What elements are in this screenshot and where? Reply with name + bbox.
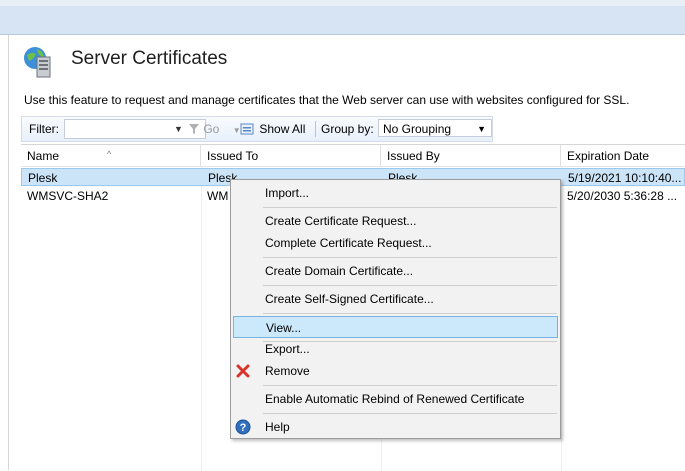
cell-name: Plesk (28, 171, 58, 185)
svg-text:?: ? (240, 422, 247, 434)
menu-separator (263, 257, 557, 258)
menu-item-create-domain-certificate[interactable]: Create Domain Certificate... (233, 260, 558, 282)
help-icon: ? (235, 419, 251, 435)
column-divider (201, 167, 202, 471)
address-bar-area (0, 6, 685, 34)
page-description: Use this feature to request and manage c… (24, 93, 630, 107)
menu-item-label: Remove (265, 364, 310, 378)
column-header-expiration-date[interactable]: Expiration Date (561, 145, 685, 167)
show-all-button[interactable]: Show All (240, 117, 305, 141)
filter-dropdown-arrow-icon[interactable]: ▼ (174, 117, 183, 141)
cell-name: WMSVC-SHA2 (27, 189, 109, 203)
show-all-icon (240, 123, 254, 135)
menu-separator (263, 385, 557, 386)
column-divider (561, 167, 562, 471)
column-header-label: Expiration Date (567, 149, 650, 163)
column-header-issued-by[interactable]: Issued By (381, 145, 561, 167)
menu-separator (263, 413, 557, 414)
filter-label: Filter: (29, 122, 59, 136)
column-header-name[interactable]: Name ^ (21, 145, 201, 167)
menu-item-complete-certificate-request[interactable]: Complete Certificate Request... (233, 232, 558, 254)
menu-item-help[interactable]: ? Help (233, 416, 558, 438)
cell-expiration: 5/19/2021 10:10:40... (568, 171, 682, 185)
column-header-label: Name (27, 149, 60, 163)
column-header-issued-to[interactable]: Issued To (201, 145, 381, 167)
menu-item-label: Help (265, 420, 290, 434)
filter-toolbar: Filter: ▼ Go ▼ Show All Group by: No Gro… (21, 116, 493, 142)
page-title: Server Certificates (71, 48, 228, 69)
window-top-bar (0, 0, 685, 35)
group-by-select[interactable]: No Grouping ▼ (378, 119, 492, 137)
context-menu: Import... Create Certificate Request... … (230, 179, 561, 439)
menu-item-import[interactable]: Import... (233, 182, 558, 204)
menu-separator (263, 285, 557, 286)
menu-item-remove[interactable]: Remove (233, 360, 558, 382)
menu-item-view[interactable]: View... (233, 316, 558, 338)
group-by-label: Group by: (321, 122, 374, 136)
menu-item-create-self-signed-certificate[interactable]: Create Self-Signed Certificate... (233, 288, 558, 310)
go-button[interactable]: Go ▼ (188, 117, 241, 141)
column-header-label: Issued By (387, 149, 440, 163)
remove-x-icon (236, 364, 250, 378)
server-certificates-icon (24, 47, 51, 78)
menu-item-export[interactable]: Export... (233, 338, 558, 360)
toolbar-separator (315, 121, 316, 137)
menu-separator (263, 207, 557, 208)
column-header-label: Issued To (207, 149, 259, 163)
sort-ascending-icon: ^ (107, 149, 112, 159)
menu-item-create-certificate-request[interactable]: Create Certificate Request... (233, 210, 558, 232)
menu-item-enable-automatic-rebind[interactable]: Enable Automatic Rebind of Renewed Certi… (233, 388, 558, 410)
group-by-value: No Grouping (383, 122, 452, 136)
menu-separator (263, 313, 557, 314)
go-label: Go (203, 122, 220, 136)
funnel-icon (189, 124, 199, 134)
cell-expiration: 5/20/2030 5:36:28 ... (567, 189, 678, 203)
group-by-dropdown-arrow-icon: ▼ (477, 124, 486, 134)
filter-input[interactable] (64, 119, 206, 139)
show-all-label: Show All (259, 122, 306, 136)
